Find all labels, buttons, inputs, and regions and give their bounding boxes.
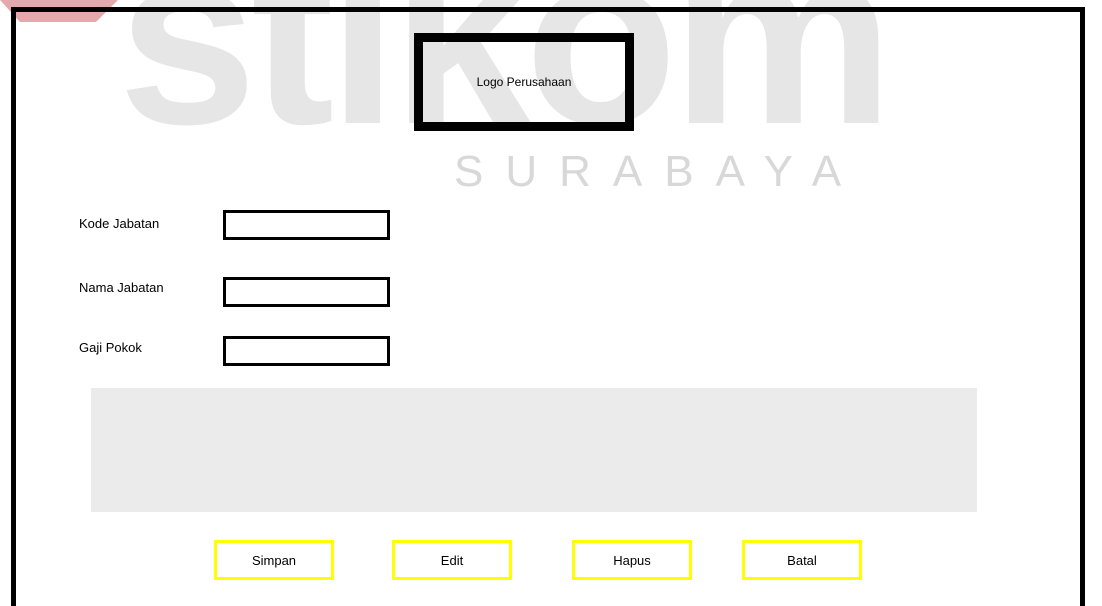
nama-jabatan-label: Nama Jabatan (79, 280, 164, 295)
nama-jabatan-input[interactable] (223, 277, 390, 307)
batal-button[interactable]: Batal (742, 540, 862, 580)
gaji-pokok-input[interactable] (223, 336, 390, 366)
gaji-pokok-label: Gaji Pokok (79, 340, 142, 355)
edit-button[interactable]: Edit (392, 540, 512, 580)
kode-jabatan-label: Kode Jabatan (79, 216, 160, 231)
data-grid[interactable] (91, 388, 977, 512)
company-logo-label: Logo Perusahaan (476, 75, 572, 89)
company-logo: Logo Perusahaan (414, 33, 634, 131)
hapus-button[interactable]: Hapus (572, 540, 692, 580)
kode-jabatan-input[interactable] (223, 210, 390, 240)
simpan-button[interactable]: Simpan (214, 540, 334, 580)
